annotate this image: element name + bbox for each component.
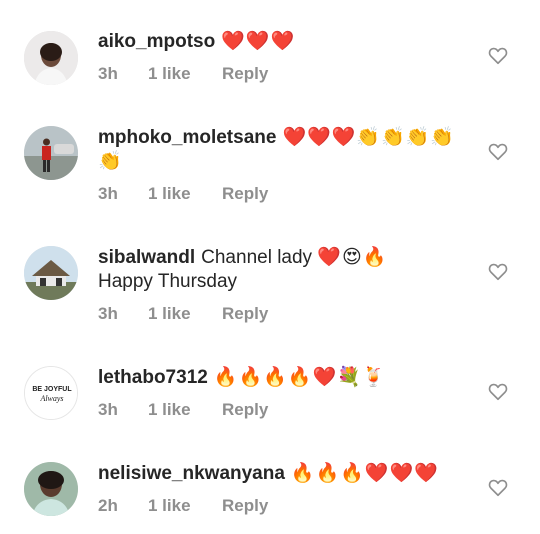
comment-text: mphoko_moletsane ❤️❤️❤️👏👏👏👏👏 bbox=[98, 126, 478, 174]
timestamp: 3h bbox=[98, 400, 118, 419]
likes-count[interactable]: 1 like bbox=[148, 62, 222, 86]
avatar[interactable]: BE JOYFUL Always bbox=[24, 366, 78, 420]
timestamp: 3h bbox=[98, 304, 118, 323]
username[interactable]: nelisiwe_nkwanyana bbox=[98, 463, 285, 484]
reply-button[interactable]: Reply bbox=[222, 302, 268, 326]
svg-text:Always: Always bbox=[39, 394, 63, 403]
comment-meta: 2h 1 like Reply bbox=[98, 494, 268, 518]
heart-icon[interactable] bbox=[487, 380, 509, 402]
heart-icon[interactable] bbox=[487, 140, 509, 162]
reply-button[interactable]: Reply bbox=[222, 494, 268, 518]
username[interactable]: mphoko_moletsane bbox=[98, 127, 276, 148]
comment-meta: 3h 1 like Reply bbox=[98, 398, 268, 422]
reply-button[interactable]: Reply bbox=[222, 62, 268, 86]
avatar[interactable] bbox=[24, 246, 78, 300]
username[interactable]: sibalwandl bbox=[98, 247, 195, 268]
comment-body-line2: Happy Thursday bbox=[98, 271, 238, 292]
comment-text: sibalwandl Channel lady ❤️😍🔥 Happy Thursd… bbox=[98, 246, 478, 294]
svg-text:BE JOYFUL: BE JOYFUL bbox=[32, 386, 72, 393]
avatar[interactable] bbox=[24, 462, 78, 516]
timestamp: 3h bbox=[98, 64, 118, 83]
username[interactable]: lethabo7312 bbox=[98, 367, 208, 388]
comment-meta: 3h 1 like Reply bbox=[98, 182, 268, 206]
likes-count[interactable]: 1 like bbox=[148, 182, 222, 206]
emoji-text: 🔥🔥🔥🔥❤️💐🍹 bbox=[213, 367, 387, 388]
heart-icon[interactable] bbox=[487, 260, 509, 282]
timestamp: 2h bbox=[98, 496, 118, 515]
comment-body: Channel lady bbox=[201, 247, 313, 268]
heart-icon[interactable] bbox=[487, 44, 509, 66]
likes-count[interactable]: 1 like bbox=[148, 302, 222, 326]
heart-icon[interactable] bbox=[487, 476, 509, 498]
logo-image: BE JOYFUL Always bbox=[25, 367, 77, 419]
comment-meta: 3h 1 like Reply bbox=[98, 62, 268, 86]
comment-text: nelisiwe_nkwanyana 🔥🔥🔥❤️❤️❤️ bbox=[98, 462, 478, 486]
emoji-text: 🔥🔥🔥❤️❤️❤️ bbox=[290, 463, 439, 484]
avatar[interactable] bbox=[24, 126, 78, 180]
emoji-text: ❤️😍🔥 bbox=[317, 247, 388, 268]
reply-button[interactable]: Reply bbox=[222, 182, 268, 206]
comment-text: lethabo7312 🔥🔥🔥🔥❤️💐🍹 bbox=[98, 366, 478, 390]
reply-button[interactable]: Reply bbox=[222, 398, 268, 422]
comment-meta: 3h 1 like Reply bbox=[98, 302, 268, 326]
timestamp: 3h bbox=[98, 184, 118, 203]
comment-text: aiko_mpotso ❤️❤️❤️ bbox=[98, 30, 478, 54]
likes-count[interactable]: 1 like bbox=[148, 494, 222, 518]
avatar[interactable] bbox=[24, 31, 78, 85]
likes-count[interactable]: 1 like bbox=[148, 398, 222, 422]
emoji-text: ❤️❤️❤️ bbox=[221, 31, 296, 52]
username[interactable]: aiko_mpotso bbox=[98, 31, 215, 52]
